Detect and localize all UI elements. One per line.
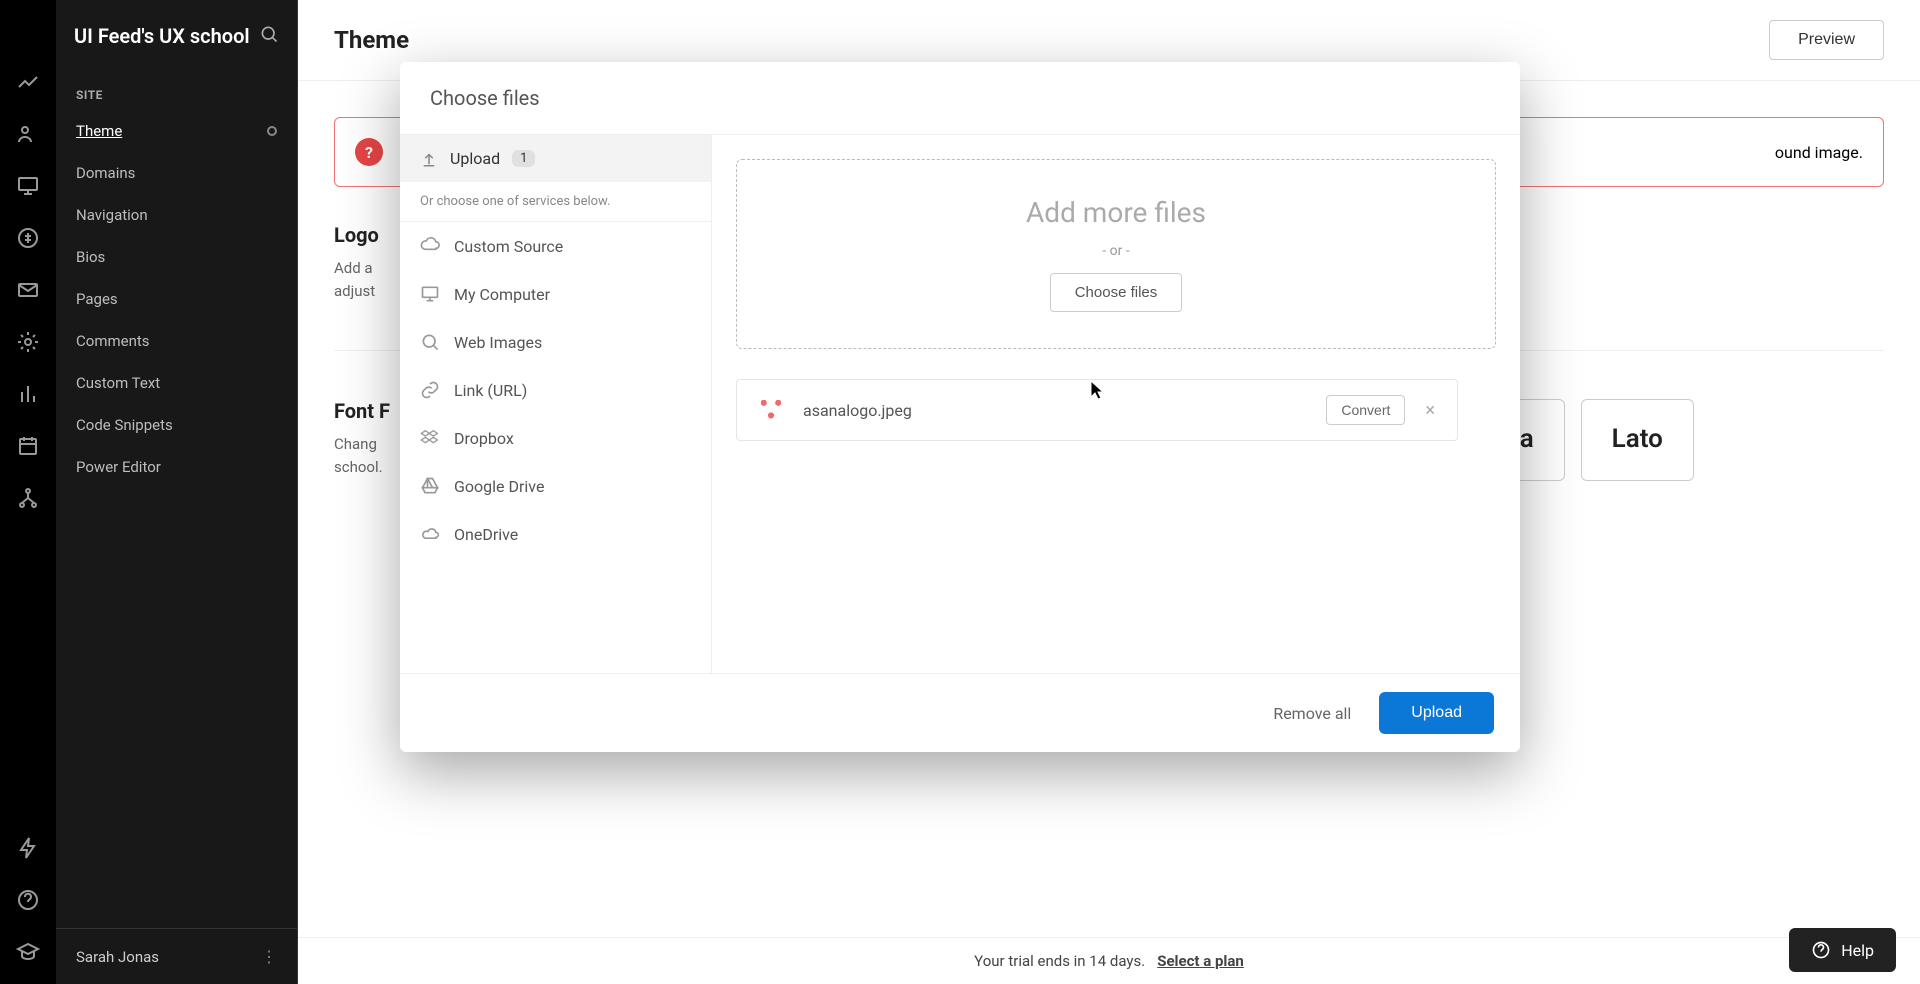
dropzone-or: - or -	[1102, 243, 1129, 259]
service-label: My Computer	[454, 285, 550, 304]
remove-all-link[interactable]: Remove all	[1273, 704, 1351, 723]
file-picker-modal: Choose files Upload 1 Or choose one of s…	[400, 62, 1520, 752]
modal-sidebar: Upload 1 Or choose one of services below…	[400, 135, 712, 673]
choose-files-button[interactable]: Choose files	[1050, 273, 1183, 312]
dropzone-headline: Add more files	[1026, 196, 1206, 229]
service-onedrive[interactable]: OneDrive	[400, 510, 711, 558]
service-label: Link (URL)	[454, 381, 527, 400]
or-choose-text: Or choose one of services below.	[400, 182, 711, 221]
service-label: Web Images	[454, 333, 542, 352]
upload-count-badge: 1	[512, 150, 535, 167]
upload-source-row[interactable]: Upload 1	[400, 135, 711, 182]
upload-button[interactable]: Upload	[1379, 692, 1494, 734]
service-label: Google Drive	[454, 477, 544, 496]
service-dropbox[interactable]: Dropbox	[400, 414, 711, 462]
service-my-computer[interactable]: My Computer	[400, 270, 711, 318]
modal-overlay: Choose files Upload 1 Or choose one of s…	[0, 0, 1920, 984]
service-label: OneDrive	[454, 525, 518, 544]
remove-file-icon[interactable]: ×	[1419, 400, 1441, 421]
modal-main: Add more files - or - Choose files asana…	[712, 135, 1520, 673]
file-thumbnail	[753, 392, 789, 428]
service-label: Custom Source	[454, 237, 563, 256]
convert-button[interactable]: Convert	[1326, 395, 1405, 425]
service-google-drive[interactable]: Google Drive	[400, 462, 711, 510]
modal-footer: Remove all Upload	[400, 674, 1520, 752]
dropzone[interactable]: Add more files - or - Choose files	[736, 159, 1496, 349]
modal-title: Choose files	[400, 62, 1520, 134]
file-row: asanalogo.jpeg Convert ×	[736, 379, 1458, 441]
service-custom-source[interactable]: Custom Source	[400, 222, 711, 270]
service-label: Dropbox	[454, 429, 514, 448]
service-link-url[interactable]: Link (URL)	[400, 366, 711, 414]
file-name: asanalogo.jpeg	[803, 401, 1312, 420]
upload-label: Upload	[450, 149, 500, 168]
service-web-images[interactable]: Web Images	[400, 318, 711, 366]
